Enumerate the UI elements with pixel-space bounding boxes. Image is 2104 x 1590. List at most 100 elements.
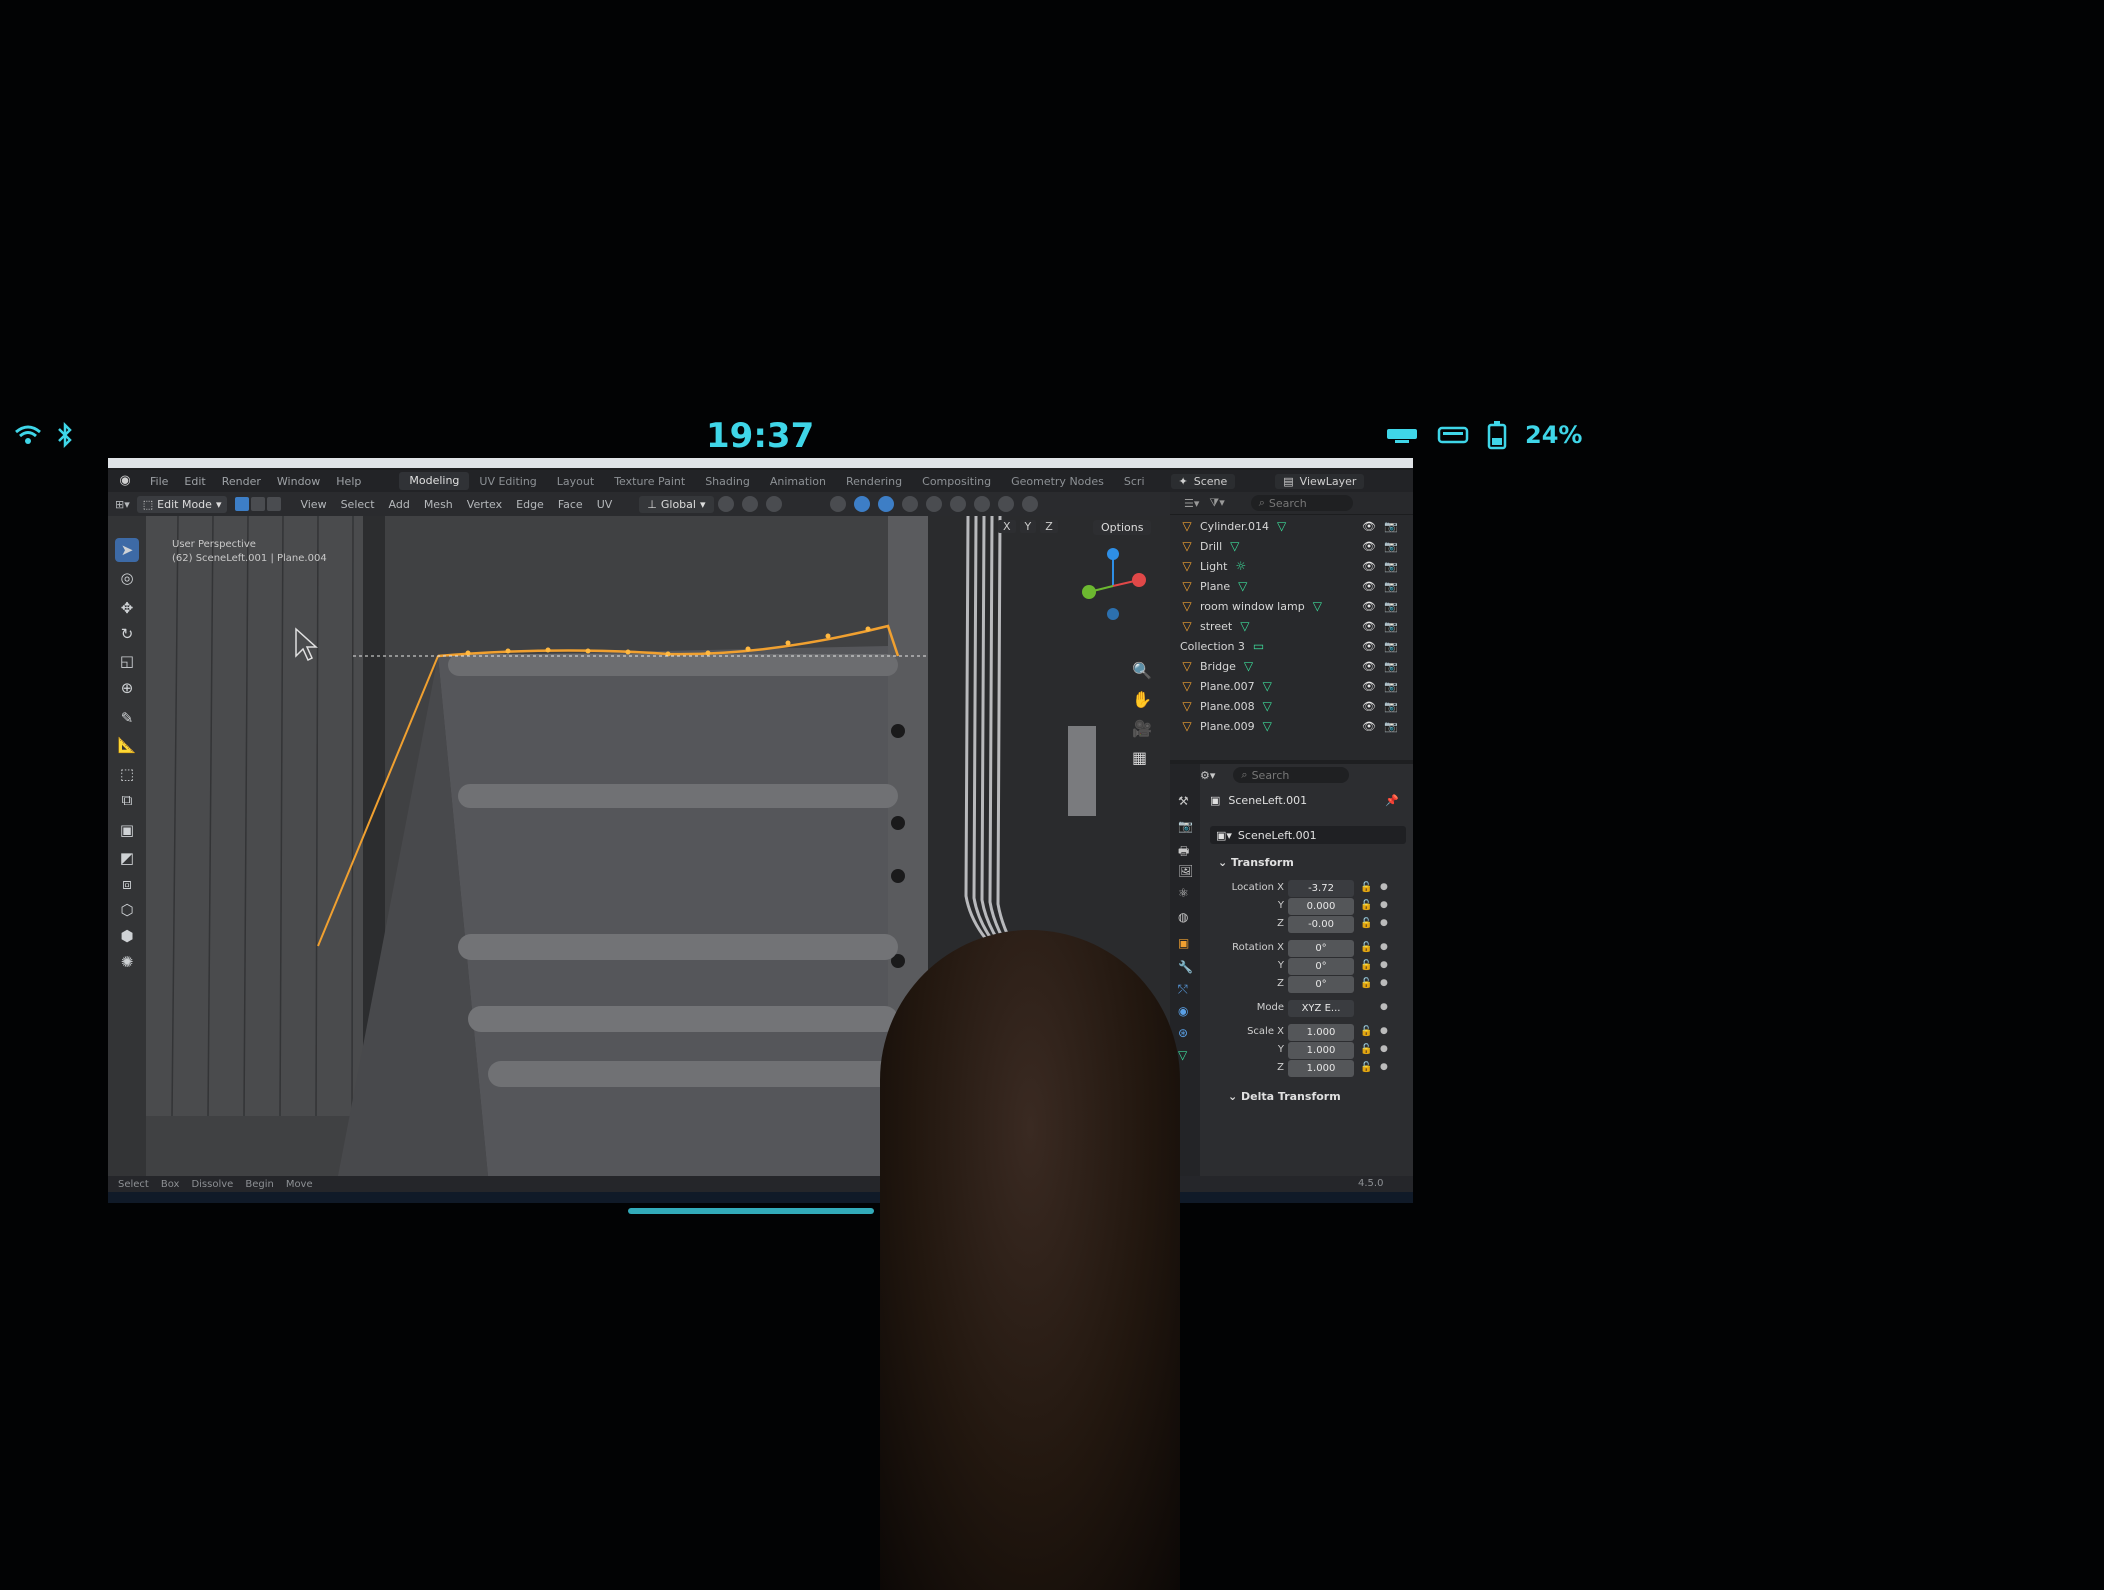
navigation-gizmo[interactable] — [1073, 546, 1153, 626]
pivot-point-icon[interactable] — [717, 496, 734, 512]
toggle-xray-icon[interactable] — [925, 496, 942, 512]
rotation-z-field[interactable]: 0° — [1288, 976, 1354, 993]
lock-icon[interactable]: 🔓 — [1360, 1062, 1372, 1073]
physics-tab-icon[interactable]: ◉ — [1178, 1004, 1192, 1018]
camera-icon[interactable]: 📷 — [1384, 700, 1398, 713]
lock-icon[interactable]: 🔓 — [1360, 900, 1372, 911]
keyframe-dot-icon[interactable]: ● — [1380, 1062, 1388, 1072]
workspace-tab-compositing[interactable]: Compositing — [912, 475, 1001, 488]
eye-icon[interactable]: 👁 — [1362, 520, 1376, 533]
camera-icon[interactable]: 📷 — [1384, 600, 1398, 613]
poly-build-tool-icon[interactable]: ⬢ — [115, 924, 139, 948]
mode-selector[interactable]: ⬚ Edit Mode ▾ — [136, 495, 228, 513]
menu-mesh[interactable]: Mesh — [417, 498, 460, 511]
knife-tool-icon[interactable]: ⬡ — [115, 898, 139, 922]
mesh-overlay-icon[interactable] — [901, 496, 918, 512]
outliner-row[interactable]: ▽ Plane.007 ▽ 👁 📷 — [1170, 676, 1413, 696]
keyframe-dot-icon[interactable]: ● — [1380, 978, 1388, 988]
scale-y-field[interactable]: 1.000 — [1288, 1042, 1354, 1059]
ortho-grid-icon[interactable]: ▦ — [1132, 748, 1152, 767]
select-tool-icon[interactable]: ➤ — [115, 538, 139, 562]
filter-icon[interactable]: ⧩▾ — [1209, 496, 1224, 510]
menu-vertex[interactable]: Vertex — [460, 498, 509, 511]
scale-x-field[interactable]: 1.000 — [1288, 1024, 1354, 1041]
annotate-tool-icon[interactable]: ✎ — [115, 706, 139, 730]
axis-z-button[interactable]: Z — [1040, 520, 1058, 533]
render-tab-icon[interactable]: 📷 — [1178, 819, 1193, 833]
keyframe-dot-icon[interactable]: ● — [1380, 882, 1388, 892]
menu-add[interactable]: Add — [382, 498, 417, 511]
properties-search-input[interactable]: ⌕ Search — [1233, 767, 1350, 783]
xray-toggle-icon[interactable] — [877, 496, 894, 512]
pan-hand-icon[interactable]: ✋ — [1132, 690, 1152, 709]
world-tab-icon[interactable]: ◍ — [1178, 910, 1192, 924]
camera-icon[interactable]: 📷 — [1384, 660, 1398, 673]
gizmo-z-icon[interactable] — [1107, 548, 1119, 560]
axis-y-button[interactable]: Y — [1019, 520, 1037, 533]
outliner-row[interactable]: ▽ street ▽ 👁 📷 — [1170, 616, 1413, 636]
eye-icon[interactable]: 👁 — [1362, 560, 1376, 573]
camera-icon[interactable]: 📷 — [1384, 580, 1398, 593]
eye-icon[interactable]: 👁 — [1362, 620, 1376, 633]
object-name-field[interactable]: ▣▾ SceneLeft.001 — [1210, 826, 1406, 844]
location-y-field[interactable]: 0.000 — [1288, 898, 1354, 915]
keyframe-dot-icon[interactable]: ● — [1380, 1002, 1388, 1012]
menu-window[interactable]: Window — [269, 475, 328, 488]
view-layer-tab-icon[interactable]: 🖼 — [1178, 864, 1193, 878]
menu-edge[interactable]: Edge — [509, 498, 551, 511]
camera-icon[interactable]: 📷 — [1384, 640, 1398, 653]
workspace-tab-texture-paint[interactable]: Texture Paint — [604, 475, 695, 488]
outliner-row[interactable]: ▽ Bridge ▽ 👁 📷 — [1170, 656, 1413, 676]
workspace-tab-shading[interactable]: Shading — [695, 475, 760, 488]
rotate-tool-icon[interactable]: ↻ — [115, 622, 139, 646]
props-editor-icon[interactable]: ⚙▾ — [1200, 769, 1215, 782]
snap-icon[interactable] — [741, 496, 758, 512]
camera-icon[interactable]: 📷 — [1384, 620, 1398, 633]
keyframe-dot-icon[interactable]: ● — [1380, 918, 1388, 928]
workspace-tab-modeling[interactable]: Modeling — [399, 472, 470, 490]
transform-orientation-selector[interactable]: ⊥ Global ▾ — [639, 495, 714, 513]
camera-icon[interactable]: 📷 — [1384, 540, 1398, 553]
workspace-tab-geometry-nodes[interactable]: Geometry Nodes — [1001, 475, 1114, 488]
transform-tool-icon[interactable]: ⊕ — [115, 676, 139, 700]
object-tab-icon[interactable]: ▣ — [1178, 936, 1192, 950]
camera-icon[interactable]: 📷 — [1384, 560, 1398, 573]
outliner-row[interactable]: ▽ Plane.008 ▽ 👁 📷 — [1170, 696, 1413, 716]
eye-icon[interactable]: 👁 — [1362, 680, 1376, 693]
blender-logo-icon[interactable]: ◉ — [114, 473, 136, 489]
gizmo-y-icon[interactable] — [1082, 585, 1096, 599]
menu-render[interactable]: Render — [214, 475, 269, 488]
outliner-row[interactable]: ▽ Cylinder.014 ▽ 👁 📷 — [1170, 516, 1413, 536]
particles-tab-icon[interactable]: ⤲ — [1178, 982, 1192, 996]
scale-z-field[interactable]: 1.000 — [1288, 1060, 1354, 1077]
eye-icon[interactable]: 👁 — [1362, 580, 1376, 593]
gizmo-x-icon[interactable] — [1132, 573, 1146, 587]
home-indicator[interactable] — [628, 1208, 874, 1214]
keyframe-dot-icon[interactable]: ● — [1380, 942, 1388, 952]
lock-icon[interactable]: 🔓 — [1360, 918, 1372, 929]
outliner-row[interactable]: Collection 3 ▭ 👁 📷 — [1170, 636, 1413, 656]
outliner-row[interactable]: ▽ Plane.009 ▽ 👁 📷 — [1170, 716, 1413, 736]
workspace-tab-animation[interactable]: Animation — [760, 475, 836, 488]
shading-material-icon[interactable] — [997, 496, 1014, 512]
bevel-tool-icon[interactable]: ◩ — [115, 846, 139, 870]
cursor-tool-icon[interactable]: ◎ — [115, 566, 139, 590]
inset-tool-icon[interactable]: ▣ — [115, 818, 139, 842]
menu-edit[interactable]: Edit — [176, 475, 213, 488]
scene-tab-icon[interactable]: ⚛ — [1178, 886, 1192, 900]
lock-icon[interactable]: 🔓 — [1360, 942, 1372, 953]
menu-view[interactable]: View — [293, 498, 333, 511]
workspace-tab-layout[interactable]: Layout — [547, 475, 604, 488]
transform-panel-header[interactable]: ⌄ Transform — [1218, 856, 1294, 869]
camera-view-icon[interactable]: 🎥 — [1132, 719, 1152, 738]
location-x-field[interactable]: -3.72 — [1288, 880, 1354, 897]
add-cube-tool-icon[interactable]: ⬚ — [115, 762, 139, 786]
workspace-tab-rendering[interactable]: Rendering — [836, 475, 912, 488]
os-taskbar[interactable] — [108, 1192, 1413, 1203]
options-button[interactable]: Options — [1093, 520, 1152, 535]
keyframe-dot-icon[interactable]: ● — [1380, 1044, 1388, 1054]
display-mode-icon[interactable]: ☰▾ — [1184, 497, 1199, 510]
tool-tab-icon[interactable]: ⚒ — [1178, 794, 1192, 808]
camera-icon[interactable]: 📷 — [1384, 520, 1398, 533]
shading-solid-icon[interactable] — [973, 496, 990, 512]
